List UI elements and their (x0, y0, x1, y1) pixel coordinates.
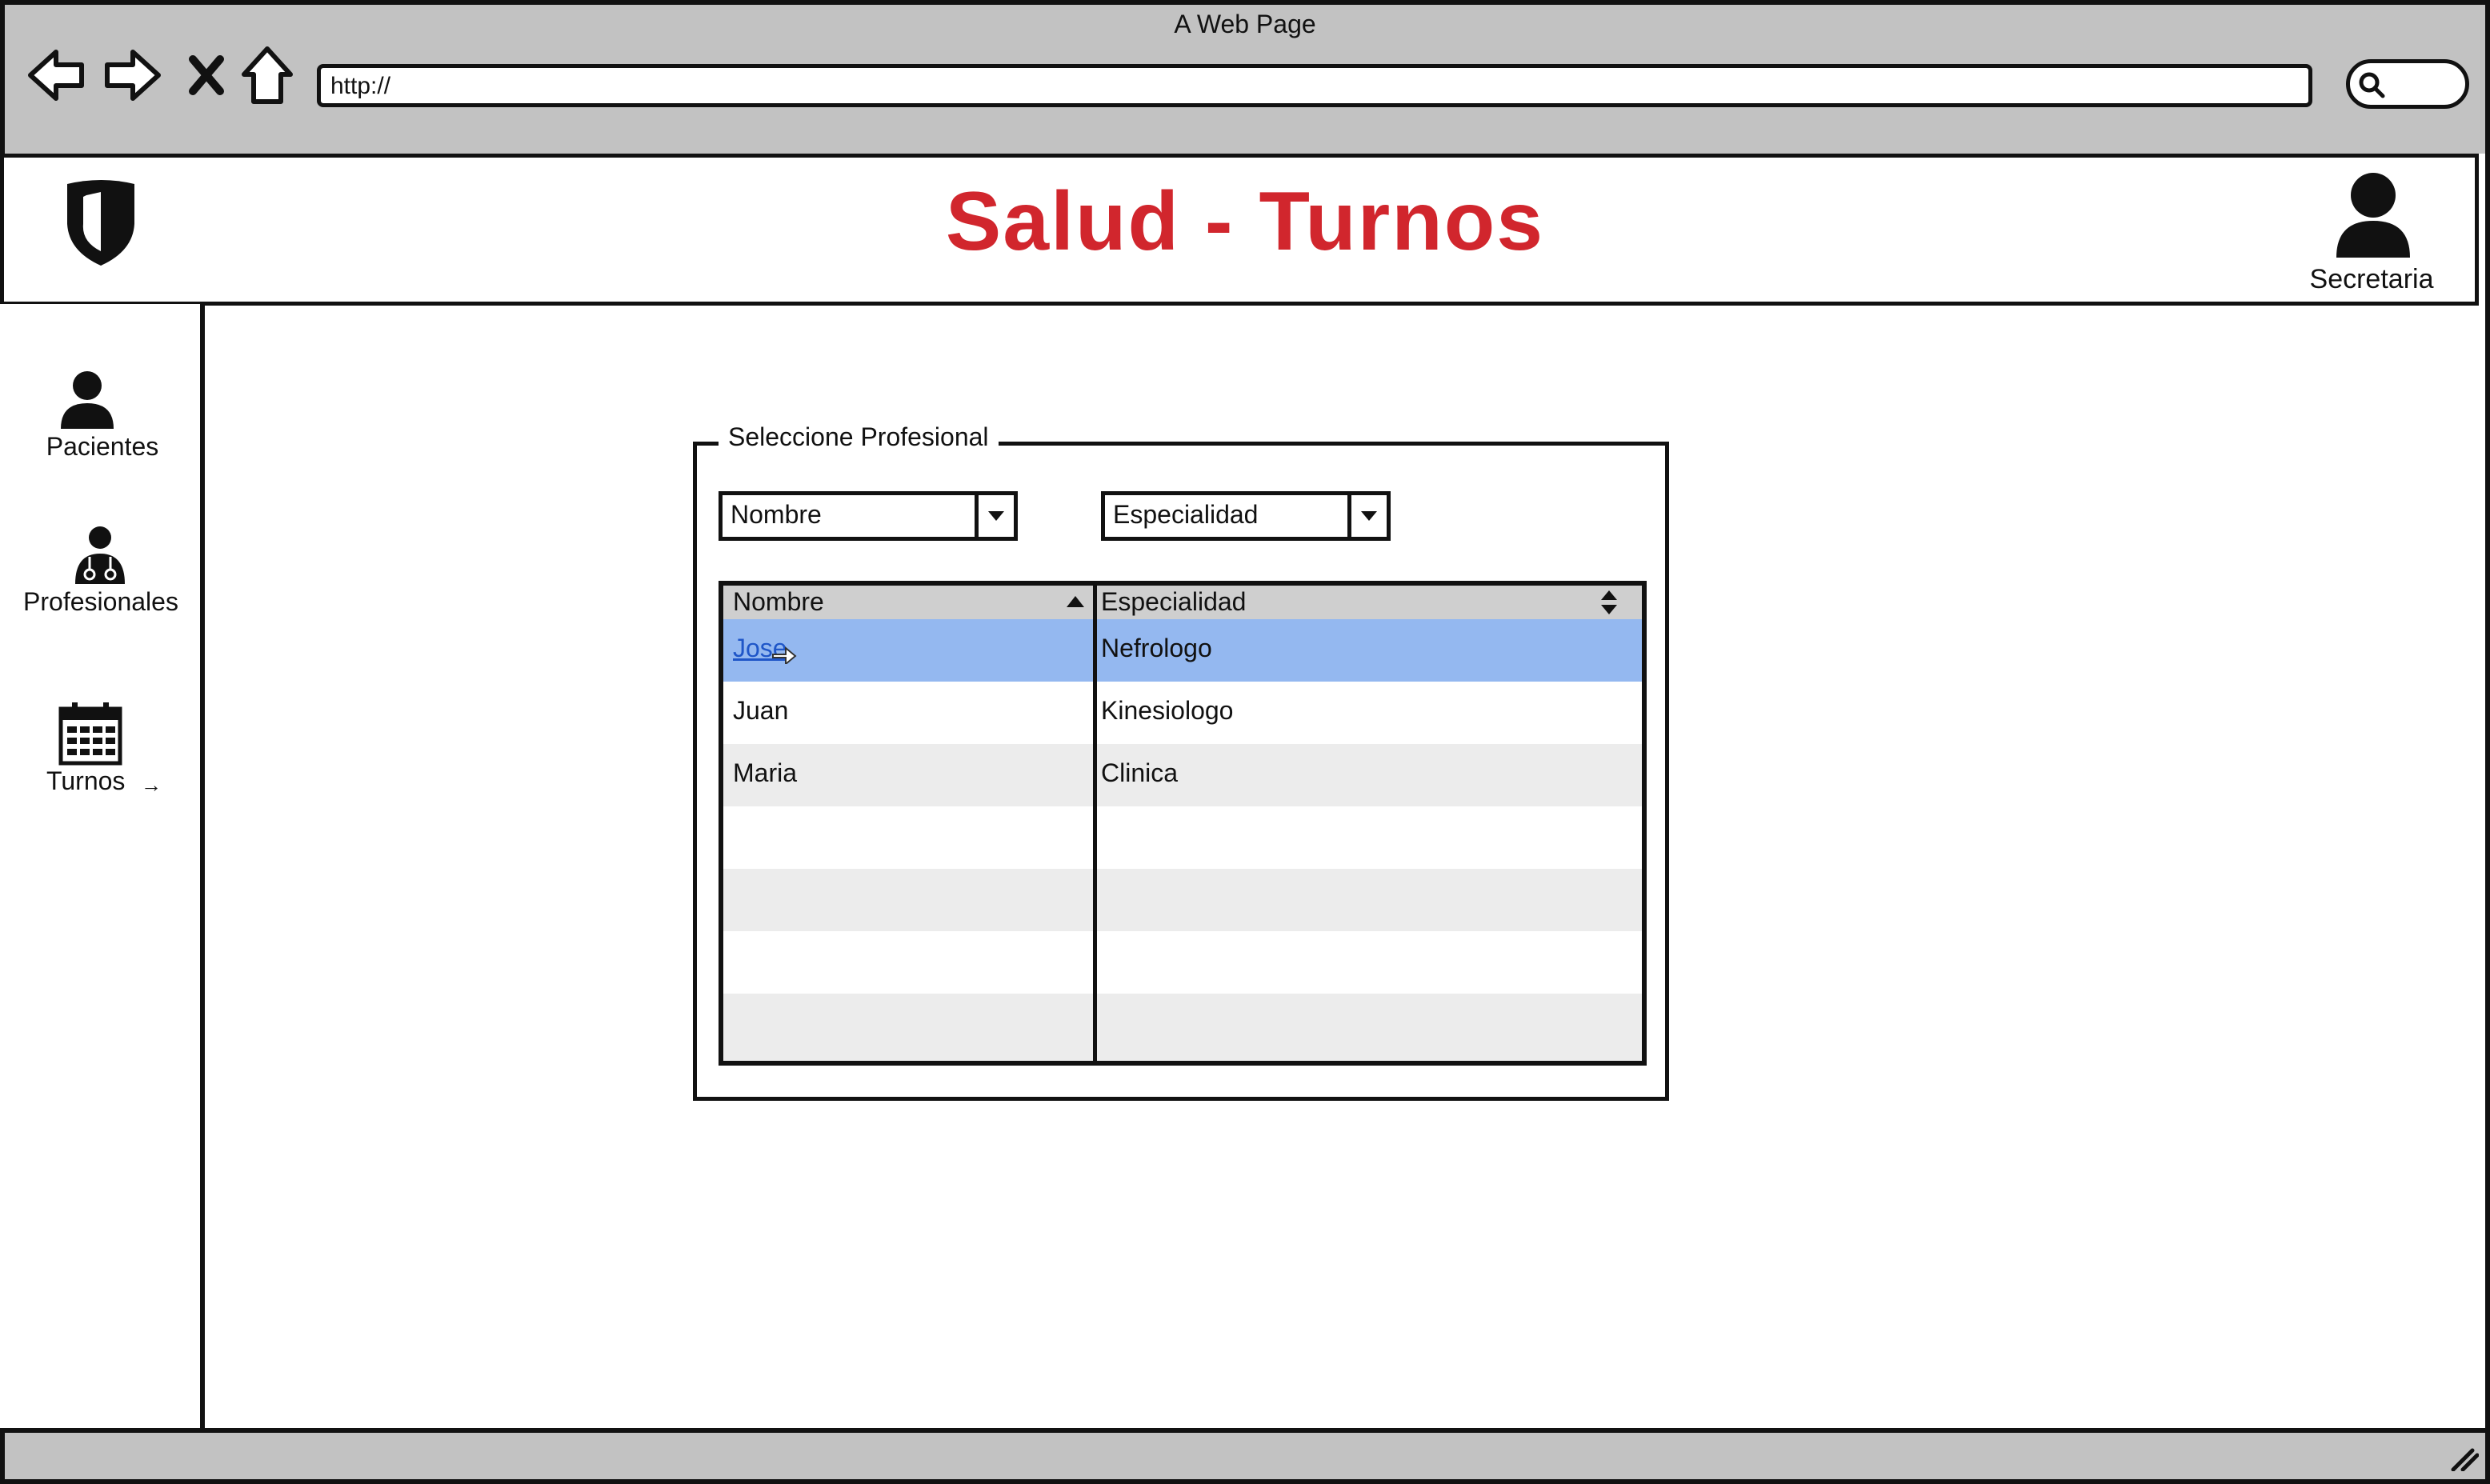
filter-name-value: Nombre (731, 500, 822, 529)
column-divider[interactable] (1093, 586, 1097, 1061)
forward-arrow-icon[interactable] (101, 43, 165, 107)
cell-especialidad: Nefrologo (1101, 634, 1212, 662)
user-icon[interactable] (2333, 170, 2413, 263)
table-row-empty (723, 931, 1642, 994)
sidebar-label-turnos[interactable]: Turnos (46, 766, 125, 796)
calendar-icon (58, 702, 122, 766)
table-row[interactable]: Maria Clinica (723, 744, 1642, 806)
cell-nombre: Juan (733, 696, 789, 725)
table-row[interactable]: Juan Kinesiologo (723, 682, 1642, 744)
home-icon[interactable] (235, 43, 299, 107)
sidebar-item-profesionales[interactable] (72, 525, 128, 590)
cell-especialidad: Kinesiologo (1101, 696, 1234, 725)
close-x-icon[interactable] (174, 43, 238, 107)
sort-toggle-icon[interactable] (1600, 589, 1618, 616)
sort-ascending-icon[interactable] (1066, 595, 1085, 608)
table-header: Nombre Especialidad (723, 586, 1642, 619)
sidebar (0, 304, 205, 1433)
table-row-empty (723, 994, 1642, 1061)
sidebar-item-turnos[interactable] (58, 701, 123, 770)
chevron-down-icon[interactable] (1347, 495, 1387, 537)
resize-grip-icon[interactable] (2447, 1447, 2479, 1471)
sidebar-label-pacientes[interactable]: Pacientes (0, 432, 205, 462)
cursor-hand-icon (772, 646, 797, 664)
cell-nombre: Maria (733, 758, 798, 787)
column-header-especialidad[interactable]: Especialidad (1101, 587, 1246, 617)
professionals-table: Nombre Especialidad Jose Nefrologo Juan … (719, 581, 1647, 1066)
sidebar-item-pacientes[interactable] (59, 370, 115, 434)
cell-especialidad: Clinica (1101, 758, 1179, 787)
search-icon (2359, 72, 2385, 98)
app-title: Salud - Turnos (945, 175, 1545, 268)
sidebar-label-profesionales[interactable]: Profesionales (0, 587, 203, 617)
doctor-icon (75, 526, 125, 584)
patient-icon (61, 371, 114, 429)
chevron-down-icon[interactable] (975, 495, 1014, 537)
url-input[interactable]: http:// (317, 64, 2312, 107)
window-title: A Web Page (1174, 10, 1316, 38)
filter-name-select[interactable]: Nombre (719, 491, 1018, 541)
table-row-empty (723, 869, 1642, 931)
url-text: http:// (330, 73, 391, 99)
column-header-nombre[interactable]: Nombre (733, 587, 824, 617)
table-row[interactable]: Jose Nefrologo (723, 619, 1642, 682)
browser-search-button[interactable] (2346, 59, 2469, 109)
filter-specialty-select[interactable]: Especialidad (1101, 491, 1391, 541)
status-bar (0, 1428, 2490, 1484)
group-legend: Seleccione Profesional (719, 422, 999, 452)
back-arrow-icon[interactable] (24, 43, 88, 107)
table-row-empty (723, 806, 1642, 869)
turnos-arrow-icon: → (141, 773, 162, 797)
filter-specialty-value: Especialidad (1113, 500, 1259, 529)
user-label[interactable]: Secretaria (2292, 264, 2452, 295)
